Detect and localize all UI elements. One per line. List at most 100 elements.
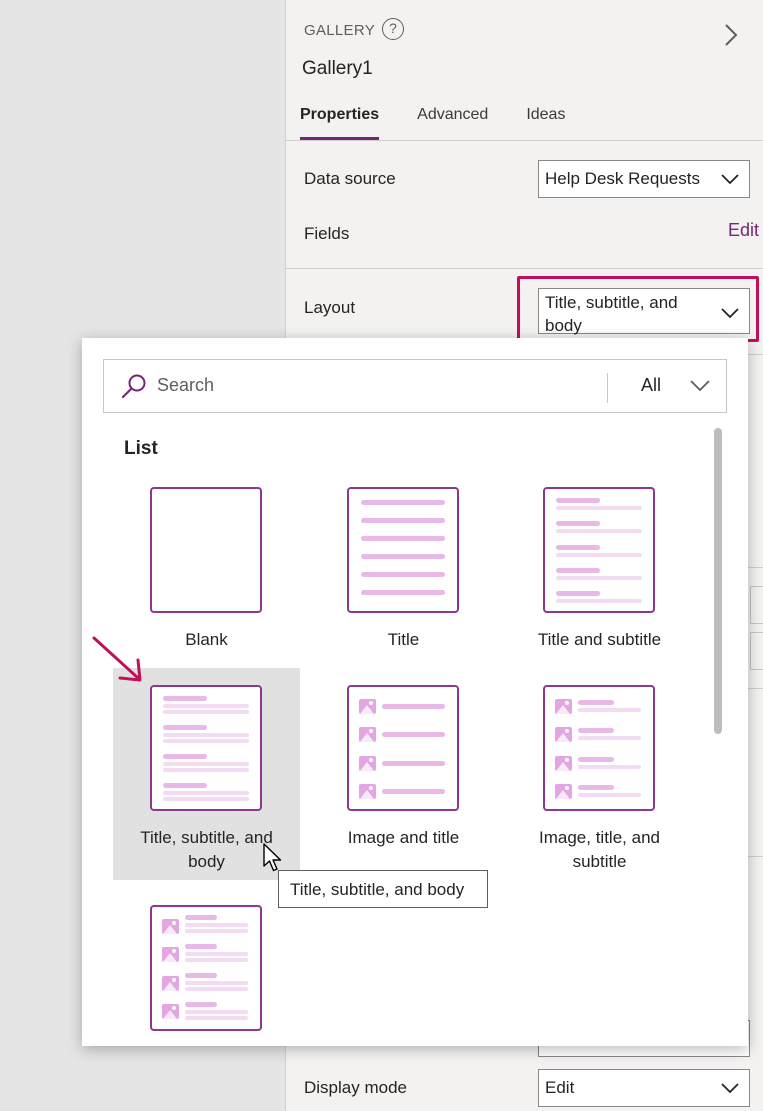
layout-label: Layout bbox=[304, 298, 356, 317]
data-source-value: Help Desk Requests bbox=[545, 169, 700, 188]
placeholder-line bbox=[185, 929, 248, 933]
layout-option-label: Title and subtitle bbox=[537, 630, 662, 649]
placeholder-line bbox=[163, 710, 249, 714]
placeholder-line bbox=[578, 757, 614, 762]
layout-option-image-title-subtitle-body[interactable] bbox=[113, 888, 300, 1046]
placeholder-line bbox=[163, 696, 207, 701]
data-source-label: Data source bbox=[304, 169, 396, 188]
placeholder-line bbox=[382, 704, 445, 709]
placeholder-line bbox=[163, 704, 249, 708]
placeholder-line bbox=[578, 785, 614, 790]
placeholder-line bbox=[578, 793, 641, 797]
placeholder-line bbox=[361, 536, 445, 541]
placeholder-line bbox=[556, 521, 600, 526]
layout-image-title-subtitle-icon bbox=[543, 685, 655, 811]
layout-dropdown[interactable]: Title, subtitle, and body bbox=[538, 288, 750, 335]
placeholder-line bbox=[185, 1010, 248, 1014]
layout-option-label: Image and title bbox=[347, 828, 460, 847]
placeholder-line bbox=[556, 506, 642, 510]
placeholder-line bbox=[361, 554, 445, 559]
placeholder-line bbox=[382, 732, 445, 737]
layout-image-title-icon bbox=[347, 685, 459, 811]
placeholder-line bbox=[361, 500, 445, 505]
divider bbox=[286, 268, 763, 269]
search-box: All bbox=[103, 359, 727, 413]
placeholder-line bbox=[361, 590, 445, 595]
layout-option-image-title[interactable]: Image and title bbox=[310, 668, 497, 880]
placeholder-line bbox=[185, 923, 248, 927]
chevron-down-icon bbox=[721, 1083, 739, 1094]
placeholder-line bbox=[556, 545, 600, 550]
placeholder-line bbox=[382, 789, 445, 794]
layout-blank-icon bbox=[150, 487, 262, 613]
placeholder-line bbox=[361, 518, 445, 523]
placeholder-line bbox=[556, 591, 600, 596]
layout-option-title[interactable]: Title bbox=[310, 470, 497, 682]
hidden-field[interactable] bbox=[750, 586, 763, 624]
image-placeholder-icon bbox=[555, 699, 572, 714]
placeholder-line bbox=[556, 553, 642, 557]
tab-ideas[interactable]: Ideas bbox=[526, 106, 565, 140]
placeholder-line bbox=[163, 725, 207, 730]
image-placeholder-icon bbox=[555, 727, 572, 742]
control-name[interactable]: Gallery1 bbox=[302, 58, 373, 80]
placeholder-line bbox=[382, 761, 445, 766]
section-title: List bbox=[124, 438, 158, 459]
search-icon bbox=[121, 374, 146, 399]
fields-edit-link[interactable]: Edit bbox=[728, 220, 759, 241]
placeholder-line bbox=[578, 700, 614, 705]
layout-image-title-subtitle-body-icon bbox=[150, 905, 262, 1031]
layout-option-label: Image, title, and subtitle bbox=[539, 828, 660, 871]
image-placeholder-icon bbox=[555, 784, 572, 799]
placeholder-line bbox=[578, 728, 614, 733]
placeholder-line bbox=[163, 733, 249, 737]
placeholder-line bbox=[185, 987, 248, 991]
tooltip: Title, subtitle, and body bbox=[278, 870, 488, 908]
tab-advanced[interactable]: Advanced bbox=[417, 106, 488, 140]
fields-label: Fields bbox=[304, 224, 350, 243]
tab-properties[interactable]: Properties bbox=[300, 106, 380, 140]
image-placeholder-icon bbox=[162, 947, 179, 962]
image-placeholder-icon bbox=[359, 699, 376, 714]
layout-picker-flyout: All List Blank Title bbox=[82, 338, 748, 1046]
placeholder-line bbox=[185, 915, 217, 920]
placeholder-line bbox=[185, 1016, 248, 1020]
search-input[interactable] bbox=[157, 375, 597, 396]
placeholder-line bbox=[163, 783, 207, 788]
placeholder-line bbox=[163, 791, 249, 795]
image-placeholder-icon bbox=[162, 976, 179, 991]
placeholder-line bbox=[185, 958, 248, 962]
placeholder-line bbox=[185, 952, 248, 956]
layout-title-icon bbox=[347, 487, 459, 613]
divider bbox=[286, 140, 763, 141]
placeholder-line bbox=[556, 498, 600, 503]
placeholder-line bbox=[163, 768, 249, 772]
placeholder-line bbox=[163, 797, 249, 801]
display-mode-label: Display mode bbox=[304, 1078, 407, 1097]
placeholder-line bbox=[556, 529, 642, 533]
placeholder-line bbox=[578, 765, 641, 769]
placeholder-line bbox=[185, 973, 217, 978]
placeholder-line bbox=[163, 762, 249, 766]
chevron-right-icon[interactable] bbox=[719, 22, 741, 48]
placeholder-line bbox=[163, 754, 207, 759]
filter-dropdown[interactable]: All bbox=[608, 360, 728, 412]
chevron-down-icon bbox=[690, 380, 710, 392]
image-placeholder-icon bbox=[555, 756, 572, 771]
data-source-dropdown[interactable]: Help Desk Requests bbox=[538, 160, 750, 198]
layout-value: Title, subtitle, and body bbox=[545, 293, 678, 335]
annotation-arrow-icon bbox=[92, 636, 142, 682]
image-placeholder-icon bbox=[162, 1004, 179, 1019]
control-type-label: GALLERY bbox=[304, 22, 376, 39]
placeholder-line bbox=[163, 739, 249, 743]
chevron-down-icon bbox=[721, 174, 739, 185]
scrollbar-thumb[interactable] bbox=[714, 428, 722, 734]
layout-option-title-subtitle[interactable]: Title and subtitle bbox=[506, 470, 693, 682]
image-placeholder-icon bbox=[162, 919, 179, 934]
help-icon[interactable]: ? bbox=[382, 18, 404, 40]
display-mode-dropdown[interactable]: Edit bbox=[538, 1069, 750, 1107]
display-mode-value: Edit bbox=[545, 1078, 575, 1097]
hidden-field[interactable] bbox=[750, 632, 763, 670]
placeholder-line bbox=[556, 568, 600, 573]
layout-option-image-title-subtitle[interactable]: Image, title, and subtitle bbox=[506, 668, 693, 880]
